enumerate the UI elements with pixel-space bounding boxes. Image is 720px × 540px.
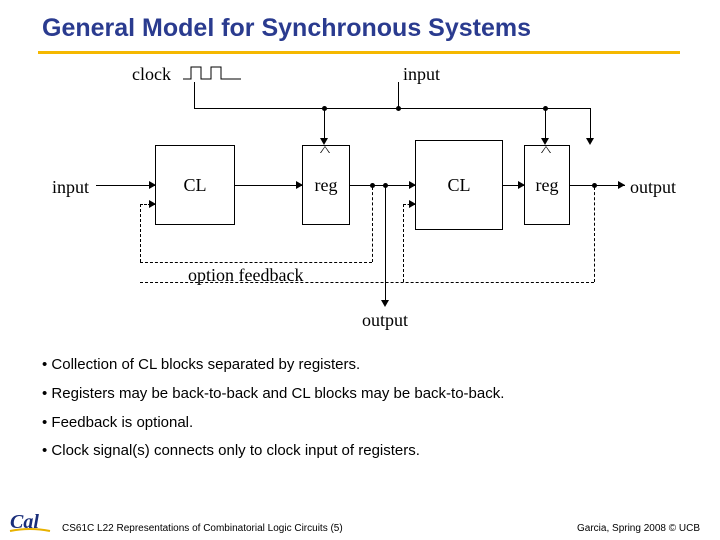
page-title: General Model for Synchronous Systems (0, 0, 720, 51)
bullet-4: • Clock signal(s) connects only to clock… (42, 442, 678, 461)
reg-block-2: reg (524, 145, 570, 225)
input-left-label: input (52, 177, 89, 198)
clock-label: clock (132, 64, 171, 85)
bullet-1: • Collection of CL blocks separated by r… (42, 356, 678, 375)
feedback-label: option feedback (188, 265, 303, 286)
footer-left: CS61C L22 Representations of Combinatori… (62, 523, 343, 534)
title-underline (38, 51, 680, 54)
footer-right: Garcia, Spring 2008 © UCB (577, 523, 700, 534)
output-right-label: output (630, 177, 676, 198)
footer: CS61C L22 Representations of Combinatori… (0, 523, 720, 534)
input-top-label: input (403, 64, 440, 85)
clock-waveform-icon (182, 64, 244, 82)
bullet-3: • Feedback is optional. (42, 414, 678, 433)
junction-dot (396, 106, 401, 111)
cl-block-1: CL (155, 145, 235, 225)
cl-block-2: CL (415, 140, 503, 230)
reg-block-1: reg (302, 145, 350, 225)
output-mid-label: output (362, 310, 408, 331)
bullet-list: • Collection of CL blocks separated by r… (42, 356, 678, 461)
block-diagram: clock input CL reg CL reg input output (40, 60, 680, 350)
bullet-2: • Registers may be back-to-back and CL b… (42, 385, 678, 404)
